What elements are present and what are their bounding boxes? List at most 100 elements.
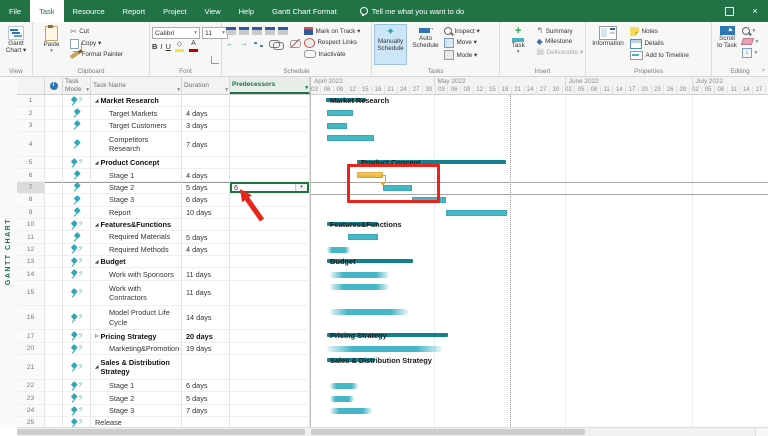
font-name-combo[interactable]: Calibri▾ xyxy=(152,27,200,39)
predecessors-cell[interactable] xyxy=(230,95,310,107)
gantt-bar-task-11[interactable] xyxy=(348,234,378,240)
task-name-cell[interactable]: Model Product Life Cycle xyxy=(91,306,182,331)
duration-cell[interactable]: 11 days xyxy=(182,281,230,306)
inactivate-button[interactable]: Inactivate xyxy=(304,50,360,58)
tab-resource[interactable]: Resource xyxy=(64,0,114,22)
duration-cell[interactable]: 5 days xyxy=(182,182,230,194)
copy-button[interactable]: Copy ▾ xyxy=(70,39,123,49)
table-row[interactable]: 15?Work with Contractors11 days xyxy=(17,281,310,306)
row-number[interactable]: 4 xyxy=(17,132,45,157)
info-cell[interactable] xyxy=(45,268,63,280)
mode-button[interactable]: Mode ▾ xyxy=(444,50,480,60)
task-mode-cell[interactable]: ? xyxy=(63,268,91,280)
insert-summary-button[interactable]: ↰Summary xyxy=(537,27,583,35)
paste-dropdown[interactable]: ▾ xyxy=(50,48,53,54)
row-number[interactable]: 16 xyxy=(17,306,45,331)
tab-gantt-chart-format[interactable]: Gantt Chart Format xyxy=(263,0,346,22)
info-cell[interactable] xyxy=(45,169,63,181)
row-number[interactable]: 9 xyxy=(17,207,45,219)
task-mode-cell[interactable]: ? xyxy=(63,405,91,417)
table-scrollbar-thumb[interactable] xyxy=(17,429,305,435)
task-mode-cell[interactable] xyxy=(63,194,91,206)
info-cell[interactable] xyxy=(45,380,63,392)
underline-button[interactable]: U xyxy=(166,42,171,51)
task-mode-cell[interactable]: ? xyxy=(63,244,91,256)
predecessors-cell[interactable] xyxy=(230,219,310,231)
predecessors-cell[interactable] xyxy=(230,330,310,342)
predecessors-cell[interactable] xyxy=(230,244,310,256)
duration-column-header[interactable]: Duration▾ xyxy=(182,77,230,94)
info-cell[interactable] xyxy=(45,207,63,219)
predecessors-cell[interactable] xyxy=(230,120,310,132)
row-number[interactable]: 11 xyxy=(17,231,45,243)
info-cell[interactable] xyxy=(45,244,63,256)
task-name-column-header[interactable]: Task Name▾ xyxy=(91,77,182,94)
collapsed-triangle-icon[interactable]: ▷ xyxy=(95,333,98,339)
table-row[interactable]: 16?Model Product Life Cycle14 days xyxy=(17,306,310,331)
font-color-button[interactable]: A xyxy=(188,41,199,52)
mark-on-track-button[interactable]: Mark on Track ▾ xyxy=(304,27,360,35)
insert-task-button[interactable]: + Task ▾ xyxy=(502,24,535,65)
predecessors-cell[interactable] xyxy=(230,256,310,268)
table-row[interactable]: 14?Work with Sponsors11 days xyxy=(17,268,310,280)
task-mode-cell[interactable]: ? xyxy=(63,392,91,404)
horizontal-scrollbar[interactable] xyxy=(17,427,768,436)
predecessors-cell[interactable] xyxy=(230,306,310,331)
predecessors-cell[interactable] xyxy=(230,107,310,119)
move-button[interactable]: Move ▾ xyxy=(444,38,480,48)
row-number[interactable]: 1 xyxy=(17,95,45,107)
percent-25-button[interactable] xyxy=(239,27,249,35)
info-cell[interactable] xyxy=(45,355,63,380)
task-name-cell[interactable]: Stage 2 xyxy=(91,182,182,194)
row-number[interactable]: 21 xyxy=(17,355,45,380)
gantt-bar-task-3[interactable] xyxy=(327,123,347,129)
row-number[interactable]: 8 xyxy=(17,194,45,206)
unlink-tasks-button[interactable] xyxy=(290,40,301,48)
tell-me-box[interactable]: Tell me what you want to do xyxy=(360,0,465,22)
add-to-timeline-button[interactable]: Add to Timeline xyxy=(630,51,689,60)
table-row[interactable]: 9Report10 days xyxy=(17,207,310,219)
gantt-bar-task-15[interactable] xyxy=(330,284,389,290)
task-mode-cell[interactable]: ? xyxy=(63,306,91,331)
predecessors-cell[interactable] xyxy=(230,380,310,392)
task-mode-cell[interactable]: ? xyxy=(63,355,91,380)
task-name-cell[interactable]: ◢Market Research xyxy=(91,95,182,107)
predecessors-cell[interactable] xyxy=(230,405,310,417)
task-name-cell[interactable]: Required Methods xyxy=(91,244,182,256)
row-number[interactable]: 25 xyxy=(17,417,45,427)
tab-report[interactable]: Report xyxy=(114,0,155,22)
table-row[interactable]: 17?▷Pricing Strategy20 days xyxy=(17,330,310,342)
table-row[interactable]: 20?Marketing&Promotion19 days xyxy=(17,343,310,355)
task-mode-cell[interactable] xyxy=(63,132,91,157)
duration-cell[interactable]: 6 days xyxy=(182,194,230,206)
task-mode-cell[interactable]: ? xyxy=(63,95,91,107)
predecessors-cell[interactable] xyxy=(230,157,310,169)
duration-cell[interactable]: 5 days xyxy=(182,231,230,243)
task-name-cell[interactable]: Release xyxy=(91,417,182,427)
task-name-cell[interactable]: Stage 3 xyxy=(91,194,182,206)
table-row[interactable]: 21?◢Sales & Distribution Strategy xyxy=(17,355,310,380)
fill-button[interactable]: ↓▾ xyxy=(742,48,758,58)
predecessors-cell[interactable] xyxy=(230,417,310,427)
task-name-cell[interactable]: Competitors Research xyxy=(91,132,182,157)
expanded-triangle-icon[interactable]: ◢ xyxy=(95,222,98,228)
info-cell[interactable] xyxy=(45,343,63,355)
chart-scrollbar-thumb[interactable] xyxy=(311,429,585,435)
row-number[interactable]: 12 xyxy=(17,244,45,256)
task-name-cell[interactable]: ◢Budget xyxy=(91,256,182,268)
info-column-header[interactable]: i xyxy=(45,77,63,94)
background-color-button[interactable]: ◇ xyxy=(174,41,185,52)
predecessors-cell[interactable] xyxy=(230,343,310,355)
respect-links-button[interactable]: Respect Links xyxy=(304,38,360,48)
tab-file[interactable]: File xyxy=(0,0,30,22)
link-tasks-button[interactable] xyxy=(269,40,280,48)
table-row[interactable]: 3Target Customers3 days xyxy=(17,120,310,132)
paste-button[interactable]: Paste ▾ xyxy=(35,24,68,65)
task-name-cell[interactable]: Work with Contractors xyxy=(91,281,182,306)
gantt-bar-task-24[interactable] xyxy=(330,408,372,414)
table-row[interactable]: 23?Stage 25 days xyxy=(17,392,310,404)
row-number[interactable]: 3 xyxy=(17,120,45,132)
info-cell[interactable] xyxy=(45,107,63,119)
find-button[interactable]: ▾ xyxy=(742,27,758,35)
manually-schedule-button[interactable]: ✦ Manually Schedule xyxy=(374,24,407,65)
